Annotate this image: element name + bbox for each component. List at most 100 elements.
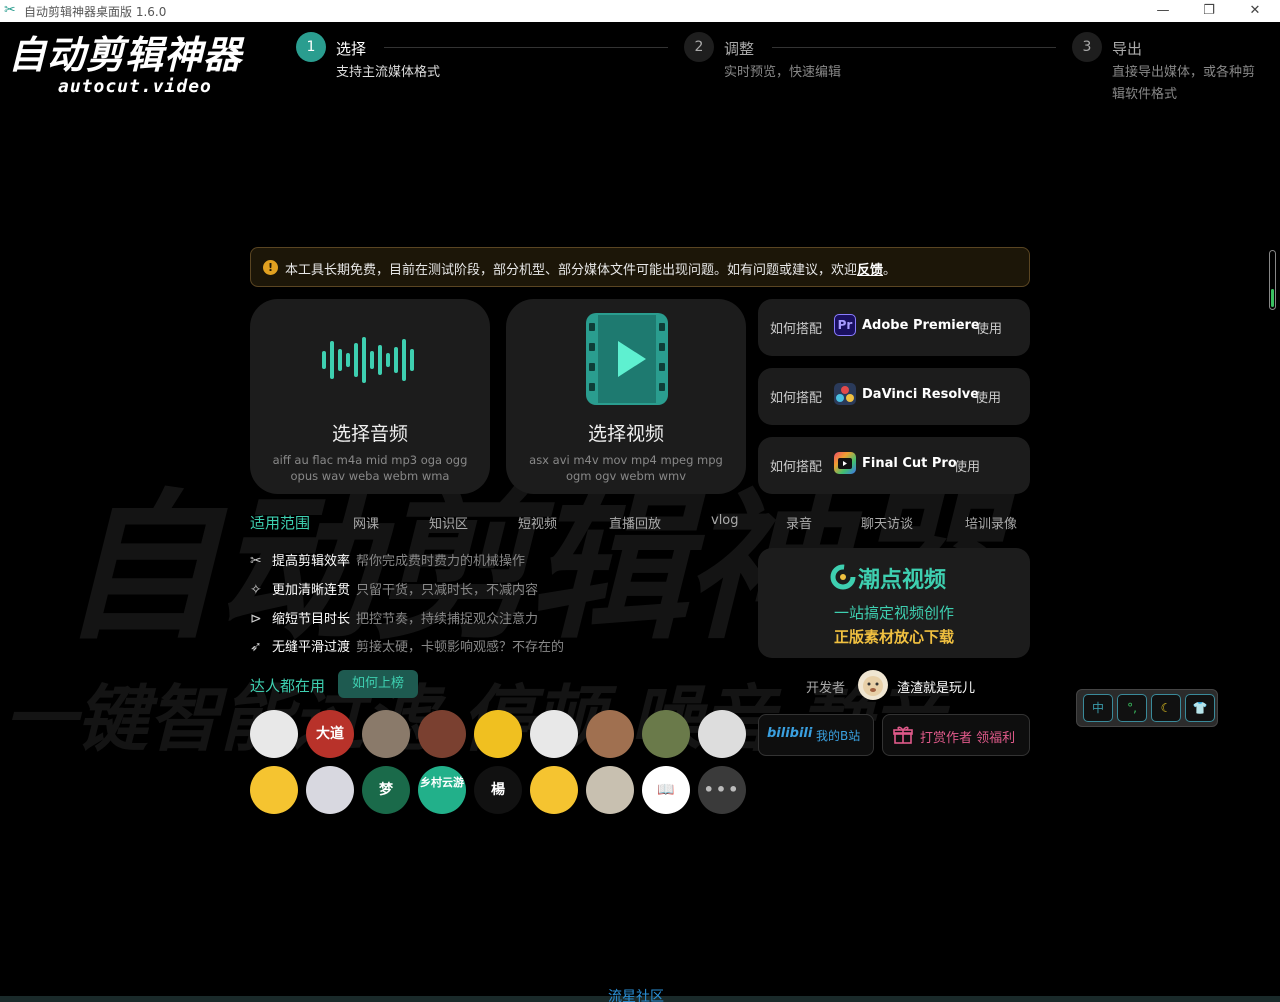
window-titlebar: ✂ 自动剪辑神器桌面版 1.6.0 — ❐ ✕ <box>0 0 1280 22</box>
feature-item: ✂ 提高剪辑效率 帮你完成费时费力的机械操作 <box>250 550 525 569</box>
user-avatar[interactable] <box>306 766 354 814</box>
feature-desc: 剪接太硬，卡顿影响观感？不存在的 <box>356 640 565 655</box>
feature-item: ➶ 无缝平滑过渡 剪接太硬，卡顿影响观感？不存在的 <box>250 636 564 655</box>
user-avatar[interactable] <box>642 710 690 758</box>
minimize-button[interactable]: — <box>1140 0 1186 22</box>
logo-subtitle: autocut.video <box>58 76 212 97</box>
promo-line2: 正版素材放心下载 <box>833 628 954 646</box>
chaodian-logo-icon <box>830 564 856 590</box>
howto-suffix: 使用 <box>954 460 981 475</box>
promo-card[interactable]: 潮点视频 一站搞定视频创作 正版素材放心下载 <box>758 548 1030 658</box>
users-label: 达人都在用 <box>250 677 326 695</box>
user-avatar[interactable] <box>530 710 578 758</box>
step-2-number: 2 <box>684 32 714 62</box>
scrollbar[interactable] <box>1269 250 1276 310</box>
user-avatar[interactable] <box>362 710 410 758</box>
user-avatar[interactable] <box>530 766 578 814</box>
feature-title: 更加清晰连贯 <box>272 583 351 598</box>
user-avatar[interactable]: 乡村云游 <box>418 766 466 814</box>
bilibili-logo-icon: bilibili <box>767 726 813 741</box>
step-1-desc: 支持主流媒体格式 <box>336 65 441 80</box>
scissors-icon: ✂ <box>250 553 262 569</box>
developer-avatar[interactable] <box>858 670 888 700</box>
step-divider <box>772 47 1056 48</box>
community-link[interactable]: 流星社区 <box>608 986 664 1002</box>
user-avatar[interactable] <box>250 710 298 758</box>
step-1-title: 选择 <box>336 40 367 58</box>
select-audio-label: 选择音频 <box>331 423 408 445</box>
fast-forward-icon: ⊳ <box>250 611 262 627</box>
tip-author-label: 打赏作者 领福利 <box>920 731 1016 746</box>
my-bilibili-button[interactable]: bilibili 我的B站 <box>758 714 874 756</box>
promo-brand: 潮点视频 <box>858 568 947 593</box>
feature-desc: 把控节奏，持续捕捉观众注意力 <box>356 612 539 627</box>
user-avatar[interactable]: 📖 <box>642 766 690 814</box>
step-divider <box>384 47 668 48</box>
feature-desc: 帮你完成费时费力的机械操作 <box>356 554 526 569</box>
user-avatar[interactable] <box>250 766 298 814</box>
bilibili-label: 我的B站 <box>816 729 861 743</box>
user-avatar[interactable] <box>474 710 522 758</box>
developer-label: 开发者 <box>806 681 846 696</box>
scope-item: vlog <box>711 513 739 528</box>
feature-title: 无缝平滑过渡 <box>272 640 351 655</box>
howto-app-name: Adobe Premiere <box>862 318 980 333</box>
select-audio-card[interactable]: 选择音频 aiff au flac m4a mid mp3 oga ogg op… <box>250 299 490 494</box>
select-video-label: 选择视频 <box>587 423 664 445</box>
logo-title: 自动剪辑神器 <box>8 33 243 77</box>
step-3-title: 导出 <box>1112 40 1143 58</box>
scope-item: 培训录像 <box>965 517 1018 532</box>
user-avatar[interactable] <box>418 710 466 758</box>
user-avatar[interactable]: 梦 <box>362 766 410 814</box>
developer-name[interactable]: 渣渣就是玩儿 <box>897 677 975 696</box>
feature-title: 缩短节目时长 <box>272 612 351 627</box>
user-avatar[interactable]: 楊 <box>474 766 522 814</box>
howto-prefix: 如何搭配 <box>770 460 823 475</box>
feedback-link[interactable]: 反馈 <box>857 263 883 278</box>
ime-chinese-toggle[interactable]: 中 <box>1083 694 1113 722</box>
feature-item: ⊳ 缩短节目时长 把控节奏，持续捕捉观众注意力 <box>250 608 538 627</box>
more-users-button[interactable]: ••• <box>698 766 746 814</box>
step-3-desc: 直接导出媒体，或各种剪 <box>1112 65 1256 80</box>
notice-text: 本工具长期免费，目前在测试阶段，部分机型、部分媒体文件可能出现问题。如有问题或建… <box>285 263 858 278</box>
audio-formats: aiff au flac m4a mid mp3 oga ogg opus wa… <box>272 453 468 483</box>
step-2-desc: 实时预览，快速编辑 <box>724 65 842 80</box>
restore-button[interactable]: ❐ <box>1186 0 1232 22</box>
step-1-number: 1 <box>296 32 326 62</box>
close-button[interactable]: ✕ <box>1232 0 1278 22</box>
scope-item: 录音 <box>786 517 813 532</box>
howto-suffix: 使用 <box>976 322 1003 337</box>
film-play-icon <box>586 313 668 405</box>
scope-item: 直播回放 <box>609 517 662 532</box>
select-video-card[interactable]: 选择视频 asx avi m4v mov mp4 mpeg mpg ogm og… <box>506 299 746 494</box>
howto-finalcut[interactable]: 如何搭配 Final Cut Pro 使用 <box>758 437 1030 494</box>
user-avatar[interactable] <box>586 766 634 814</box>
howto-prefix: 如何搭配 <box>770 391 823 406</box>
rocket-icon: ➶ <box>250 639 262 655</box>
step-3-desc-line2: 辑软件格式 <box>1112 87 1178 102</box>
howto-prefix: 如何搭配 <box>770 322 823 337</box>
user-avatar[interactable]: 大道 <box>306 710 354 758</box>
gift-icon <box>893 726 913 744</box>
user-avatar[interactable] <box>586 710 634 758</box>
user-avatar[interactable] <box>698 710 746 758</box>
howto-davinci[interactable]: 如何搭配 DaVinci Resolve 使用 <box>758 368 1030 425</box>
sparkle-icon: ✧ <box>250 582 262 598</box>
scope-label: 适用范围 <box>250 514 311 532</box>
davinci-resolve-icon <box>834 383 856 405</box>
howto-suffix: 使用 <box>975 391 1002 406</box>
feature-title: 提高剪辑效率 <box>272 554 351 569</box>
step-3-number: 3 <box>1072 32 1102 62</box>
tip-author-button[interactable]: 打赏作者 领福利 <box>882 714 1030 756</box>
window-title: 自动剪辑神器桌面版 1.6.0 <box>24 5 167 19</box>
premiere-icon: Pr <box>834 314 856 336</box>
final-cut-pro-icon <box>834 452 856 474</box>
ime-punctuation-toggle[interactable]: °, <box>1117 694 1147 722</box>
how-to-rank-button[interactable]: 如何上榜 <box>338 670 418 698</box>
howto-app-name: DaVinci Resolve <box>862 387 980 402</box>
warning-icon: ! <box>263 260 278 275</box>
step-2-title: 调整 <box>724 40 755 58</box>
ime-moon-icon[interactable]: ☾ <box>1151 694 1181 722</box>
howto-premiere[interactable]: 如何搭配 Pr Adobe Premiere 使用 <box>758 299 1030 356</box>
ime-skin-icon[interactable]: 👕 <box>1185 694 1215 722</box>
